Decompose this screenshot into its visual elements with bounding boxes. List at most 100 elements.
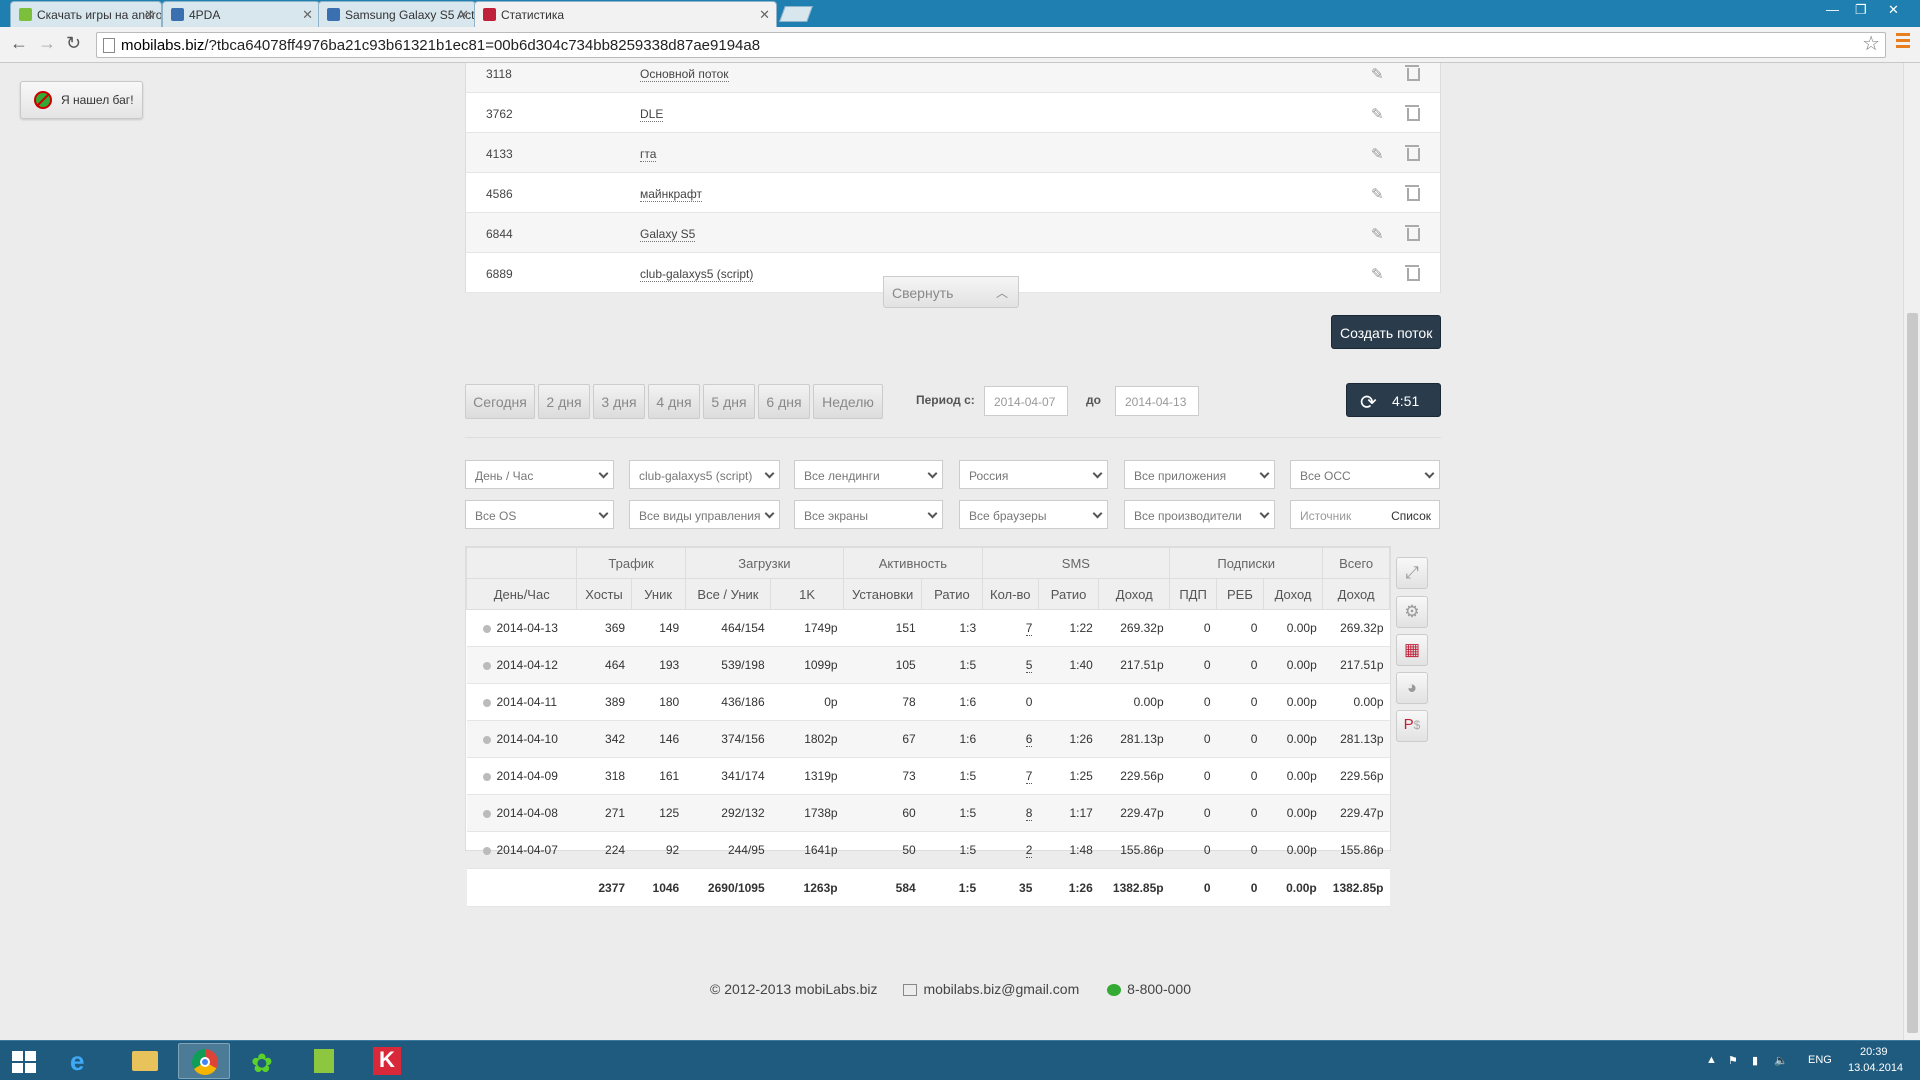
filter-select[interactable]: Все браузеры xyxy=(959,500,1108,529)
period-button[interactable]: 3 дня xyxy=(593,384,645,419)
scrollbar-thumb[interactable] xyxy=(1907,313,1918,1033)
browser-tab-3[interactable]: Samsung Galaxy S5 Active ✕ xyxy=(318,1,476,27)
column-header[interactable]: Кол-во xyxy=(981,578,1039,610)
reader-icon[interactable] xyxy=(298,1043,350,1079)
column-header[interactable]: Доход xyxy=(1322,578,1390,610)
clock-date[interactable]: 13.04.2014 xyxy=(1848,1062,1903,1074)
restore-icon[interactable]: ❐ xyxy=(1855,2,1867,18)
filter-select[interactable]: День / Час xyxy=(465,460,614,489)
back-icon[interactable]: ← xyxy=(10,33,28,54)
column-header[interactable]: Ратио xyxy=(1037,578,1100,610)
trash-icon[interactable] xyxy=(1405,265,1420,281)
date-to-input[interactable]: 2014-04-13 xyxy=(1115,386,1199,416)
stream-name-link[interactable]: DLE xyxy=(640,107,664,122)
create-stream-button[interactable]: Создать поток xyxy=(1331,315,1441,349)
close-icon[interactable]: ✕ xyxy=(458,7,469,23)
volume-icon[interactable]: 🔈 xyxy=(1774,1054,1788,1067)
menu-icon[interactable] xyxy=(1896,33,1910,51)
column-header[interactable]: ПДП xyxy=(1169,578,1217,610)
icq-icon[interactable]: ✿ xyxy=(238,1043,290,1079)
new-tab-button[interactable] xyxy=(779,6,813,22)
windows-start-icon[interactable] xyxy=(12,1051,36,1073)
column-header[interactable]: Установки xyxy=(843,578,923,610)
minimize-icon[interactable]: — xyxy=(1826,2,1839,17)
pencil-icon[interactable]: ✎ xyxy=(1371,145,1387,163)
language-indicator[interactable]: ENG xyxy=(1808,1054,1832,1066)
clock-time[interactable]: 20:39 xyxy=(1860,1046,1888,1058)
stream-name-link[interactable]: гта xyxy=(640,147,657,162)
filter-select[interactable]: Все OS xyxy=(465,500,614,529)
sms-count-link[interactable]: 2 xyxy=(1025,843,1033,858)
period-button[interactable]: Сегодня xyxy=(465,384,535,419)
url-input[interactable]: mobilabs.biz/?tbca64078ff4976ba21c93b613… xyxy=(96,32,1886,58)
column-header[interactable]: Доход xyxy=(1262,578,1324,610)
pencil-icon[interactable]: ✎ xyxy=(1371,185,1387,203)
bookmark-star-icon[interactable]: ☆ xyxy=(1862,31,1880,56)
refresh-button[interactable]: ⟳ 4:51 xyxy=(1346,383,1441,417)
period-button[interactable]: 5 дня xyxy=(703,384,755,419)
flag-icon[interactable]: ⚑ xyxy=(1728,1054,1738,1067)
close-icon[interactable]: ✕ xyxy=(302,7,313,23)
pencil-icon[interactable]: ✎ xyxy=(1371,265,1387,283)
period-button[interactable]: 6 дня xyxy=(758,384,810,419)
collapse-button[interactable]: Свернуть ︿ xyxy=(883,276,1019,308)
column-header[interactable]: 1K xyxy=(770,578,845,610)
column-header[interactable]: Доход xyxy=(1098,578,1171,610)
expand-icon[interactable] xyxy=(482,772,491,781)
filter-select[interactable]: Все производители xyxy=(1124,500,1275,529)
browser-tab-1[interactable]: Скачать игры на android ✕ xyxy=(10,1,162,27)
pencil-icon[interactable]: ✎ xyxy=(1371,65,1387,83)
expand-icon[interactable] xyxy=(482,809,491,818)
column-header[interactable]: Ратио xyxy=(921,578,983,610)
ie-icon[interactable]: e xyxy=(56,1043,108,1079)
filter-select[interactable]: Все ОСС xyxy=(1290,460,1440,489)
reload-icon[interactable]: ↻ xyxy=(66,33,81,54)
expand-icon[interactable] xyxy=(482,698,491,707)
browser-tab-active[interactable]: Статистика ✕ xyxy=(474,1,777,27)
filter-select[interactable]: Все приложения xyxy=(1124,460,1275,489)
trash-icon[interactable] xyxy=(1405,225,1420,241)
filter-select[interactable]: Все виды управления xyxy=(629,500,780,529)
trash-icon[interactable] xyxy=(1405,105,1420,121)
tray-expand-icon[interactable]: ▲ xyxy=(1706,1054,1717,1066)
trash-icon[interactable] xyxy=(1405,65,1420,81)
pie-chart-icon[interactable]: ◕ xyxy=(1396,672,1428,704)
column-header[interactable]: Уник xyxy=(630,578,686,610)
stream-name-link[interactable]: Galaxy S5 xyxy=(640,227,696,242)
sms-count-link[interactable]: 7 xyxy=(1025,621,1033,636)
source-list-button[interactable]: Список xyxy=(1391,509,1431,523)
expand-icon[interactable] xyxy=(482,735,491,744)
period-button[interactable]: 4 дня xyxy=(648,384,700,419)
chrome-icon[interactable] xyxy=(178,1043,230,1079)
pencil-icon[interactable]: ✎ xyxy=(1371,105,1387,123)
column-header[interactable]: РЕБ xyxy=(1216,578,1264,610)
sms-count-link[interactable]: 8 xyxy=(1025,806,1033,821)
column-header[interactable]: Все / Уник xyxy=(684,578,772,610)
forward-icon[interactable]: → xyxy=(38,33,56,54)
source-input[interactable]: Источник Список xyxy=(1290,500,1440,529)
expand-icon[interactable] xyxy=(482,624,491,633)
pencil-icon[interactable]: ✎ xyxy=(1371,225,1387,243)
fullscreen-icon[interactable]: ⤢ xyxy=(1396,557,1428,589)
browser-tab-2[interactable]: 4PDA ✕ xyxy=(162,1,320,27)
filter-select[interactable]: Все лендинги xyxy=(794,460,943,489)
trash-icon[interactable] xyxy=(1405,145,1420,161)
filter-select[interactable]: Россия xyxy=(959,460,1108,489)
email-link[interactable]: mobilabs.biz@gmail.com xyxy=(923,981,1079,997)
sms-count-link[interactable]: 5 xyxy=(1025,658,1033,673)
kaspersky-icon[interactable]: K xyxy=(360,1043,412,1079)
gear-icon[interactable]: ⚙ xyxy=(1396,596,1428,628)
table-icon[interactable]: ▦ xyxy=(1396,634,1428,666)
close-window-icon[interactable]: ✕ xyxy=(1888,2,1899,18)
column-header[interactable]: День/Час xyxy=(465,578,578,610)
filter-select[interactable]: club-galaxys5 (script) xyxy=(629,460,780,489)
period-button[interactable]: 2 дня xyxy=(538,384,590,419)
close-icon[interactable]: ✕ xyxy=(759,7,770,23)
report-bug-button[interactable]: Я нашел баг! xyxy=(20,81,143,119)
expand-icon[interactable] xyxy=(482,661,491,670)
stream-name-link[interactable]: Основной поток xyxy=(640,67,729,82)
filter-select[interactable]: Все экраны xyxy=(794,500,943,529)
expand-icon[interactable] xyxy=(482,846,491,855)
period-button[interactable]: Неделю xyxy=(813,384,883,419)
trash-icon[interactable] xyxy=(1405,185,1420,201)
